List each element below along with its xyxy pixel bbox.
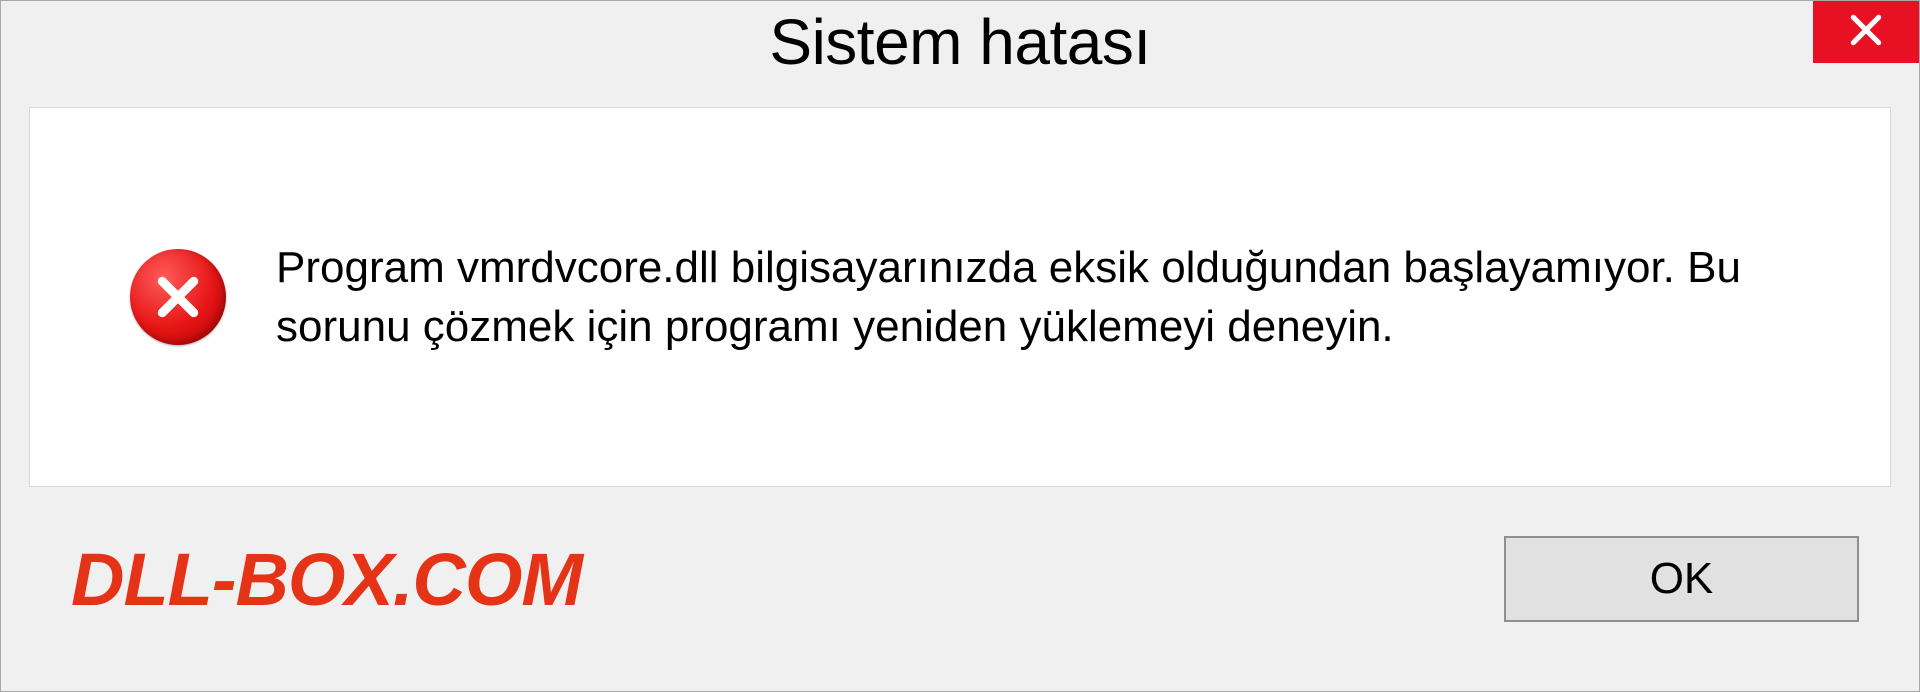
error-message: Program vmrdvcore.dll bilgisayarınızda e… (276, 238, 1810, 357)
close-icon (1847, 11, 1885, 54)
error-icon (130, 249, 226, 345)
dialog-title: Sistem hatası (769, 5, 1150, 79)
close-button[interactable] (1813, 1, 1919, 63)
titlebar: Sistem hatası (1, 1, 1919, 101)
dialog-footer: DLL-BOX.COM OK (1, 487, 1919, 691)
error-dialog: Sistem hatası Program vmrdvcore.dll bilg… (0, 0, 1920, 692)
ok-button[interactable]: OK (1504, 536, 1859, 622)
ok-button-label: OK (1650, 554, 1714, 604)
message-panel: Program vmrdvcore.dll bilgisayarınızda e… (29, 107, 1891, 487)
watermark-text: DLL-BOX.COM (71, 537, 582, 622)
